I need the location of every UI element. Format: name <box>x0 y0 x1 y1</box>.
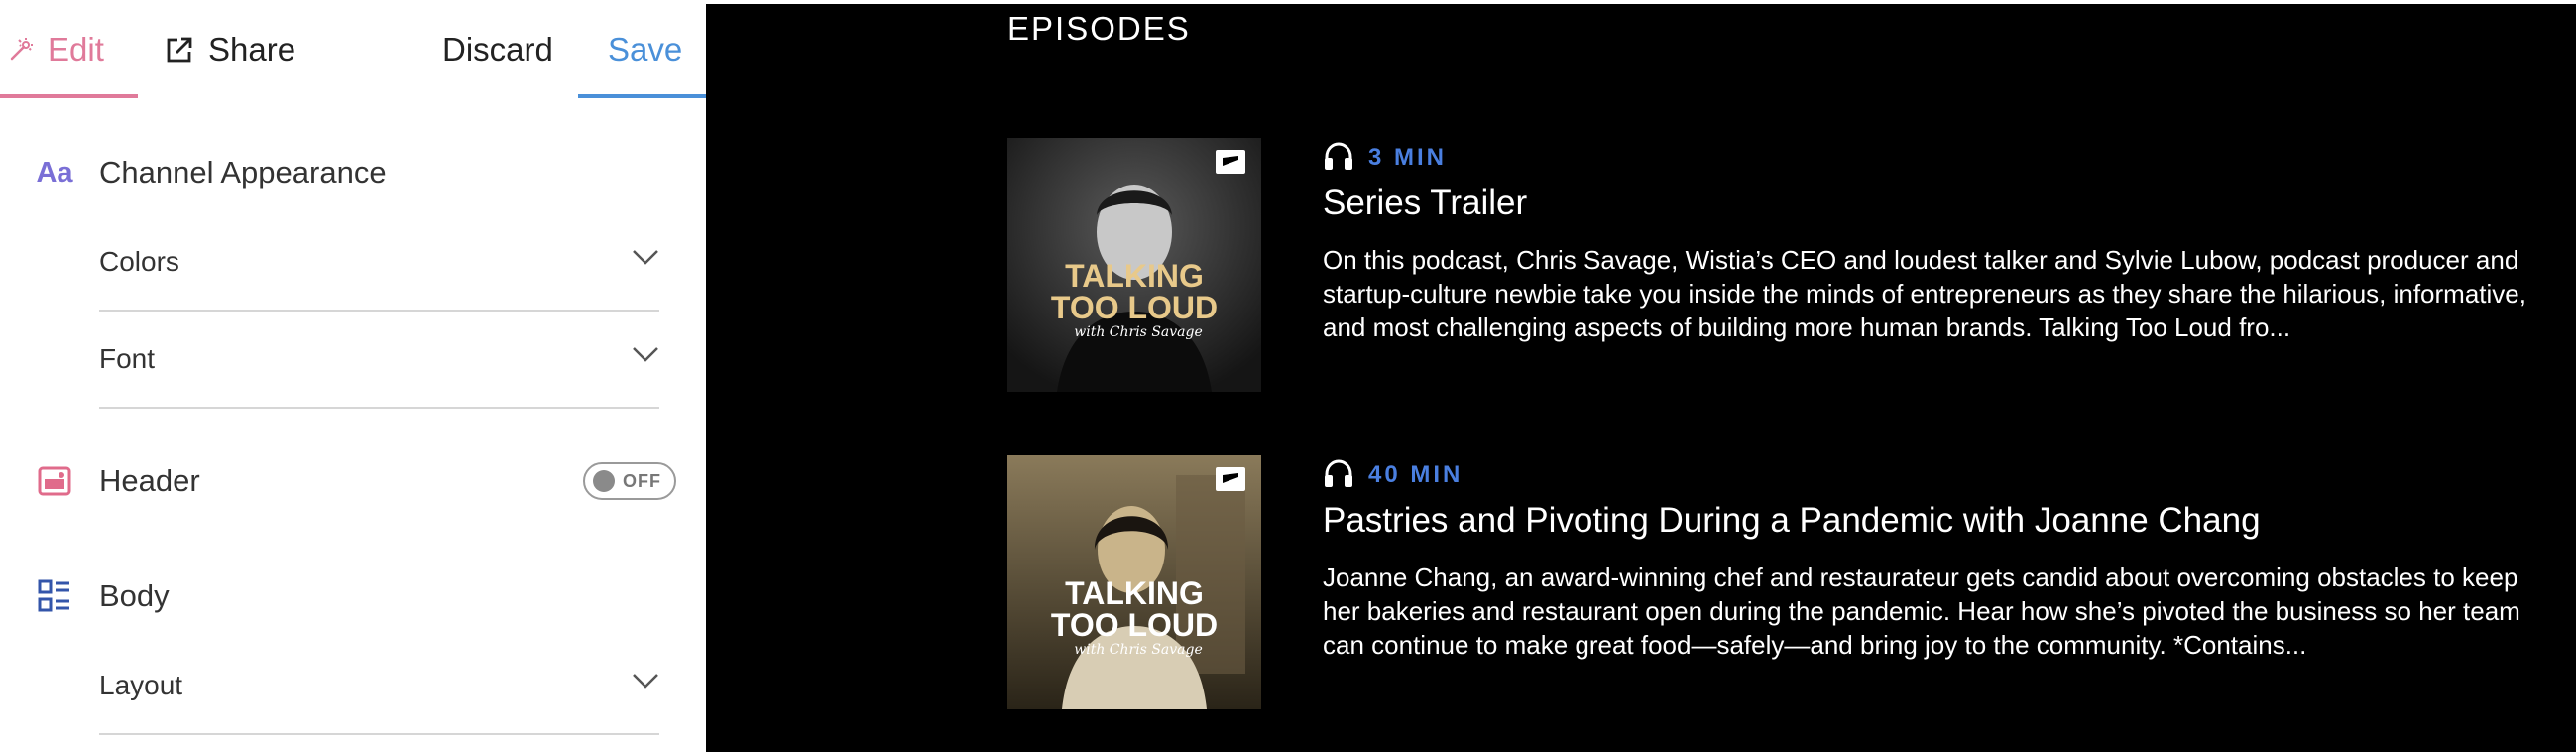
section-title: Body <box>99 578 170 613</box>
accordion-label: Font <box>99 343 156 374</box>
save-button-label: Save <box>608 31 683 67</box>
share-button[interactable]: Share <box>165 0 295 99</box>
episode-title[interactable]: Pastries and Pivoting During a Pandemic … <box>1323 501 2261 541</box>
art-title-line2: TOO LOUD <box>1051 607 1218 643</box>
font-accordion[interactable]: Font <box>99 312 659 409</box>
section-title: Header <box>99 463 200 498</box>
header-toggle[interactable]: OFF <box>583 462 676 500</box>
art-subtitle: with Chris Savage <box>1074 642 1203 658</box>
discard-button[interactable]: Discard <box>442 0 553 99</box>
edit-tab-label: Edit <box>48 31 104 67</box>
editor-panel: Edit Share Discard Save Aa Channel Appea… <box>0 0 706 752</box>
episode-description: On this podcast, Chris Savage, Wistia’s … <box>1323 245 2526 342</box>
layout-list-icon <box>36 579 73 613</box>
toggle-state-label: OFF <box>623 470 661 491</box>
episode-thumbnail[interactable]: TALKING TOO LOUD with Chris Savage <box>1007 455 1261 709</box>
episode-description: Joanne Chang, an award-winning chef and … <box>1323 563 2520 660</box>
episode-meta: 3 MIN <box>1323 138 1447 178</box>
episode-title[interactable]: Series Trailer <box>1323 184 1527 223</box>
channel-preview: EPISODES TALKING TOO LOUD with Chris Sav… <box>706 4 2576 752</box>
share-icon <box>165 35 194 64</box>
save-button-indicator <box>578 94 706 98</box>
share-button-label: Share <box>208 31 296 67</box>
save-button[interactable]: Save <box>608 0 682 99</box>
chevron-down-icon <box>632 672 659 691</box>
chevron-down-icon <box>632 248 659 268</box>
chevron-down-icon <box>632 345 659 365</box>
episode-duration: 3 MIN <box>1368 144 1448 171</box>
art-title-line2: TOO LOUD <box>1051 290 1218 325</box>
toggle-knob <box>593 470 615 492</box>
episode-duration: 40 MIN <box>1368 461 1464 488</box>
layout-accordion[interactable]: Layout <box>99 638 659 735</box>
accordion-label: Colors <box>99 246 179 277</box>
magic-wand-icon <box>8 37 34 63</box>
episodes-heading: EPISODES <box>1007 10 1191 47</box>
section-title: Channel Appearance <box>99 155 387 189</box>
accordion-label: Layout <box>99 670 183 700</box>
typography-icon: Aa <box>36 156 73 188</box>
art-subtitle: with Chris Savage <box>1074 324 1203 340</box>
colors-accordion[interactable]: Colors <box>99 214 659 312</box>
discard-button-label: Discard <box>442 31 553 67</box>
image-icon <box>36 466 73 496</box>
headphones-icon <box>1323 141 1354 176</box>
episode-card[interactable]: TALKING TOO LOUD with Chris Savage 40 MI… <box>1007 455 2574 713</box>
episode-thumbnail[interactable]: TALKING TOO LOUD with Chris Savage <box>1007 138 1261 392</box>
edit-tab-indicator <box>0 94 138 98</box>
headphones-icon <box>1323 458 1354 493</box>
episode-meta: 40 MIN <box>1323 455 1463 495</box>
episode-card[interactable]: TALKING TOO LOUD with Chris Savage 3 MIN… <box>1007 138 2574 396</box>
edit-tab[interactable]: Edit <box>8 0 138 99</box>
art-title-line1: TALKING <box>1065 258 1204 294</box>
art-title-line1: TALKING <box>1065 575 1204 611</box>
